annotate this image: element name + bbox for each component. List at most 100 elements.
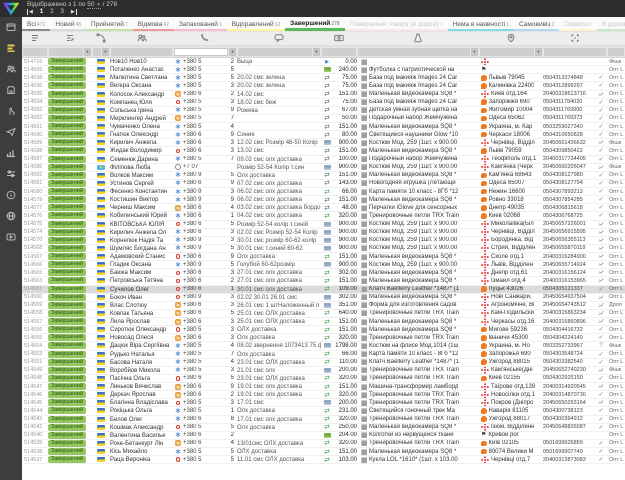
- table-row[interactable]: 514544ЗавершенийРокіцька Ольга∗+380 51Ол…: [22, 407, 625, 415]
- tracking-number[interactable]: 0504311784020: [543, 99, 595, 106]
- table-row[interactable]: 514590ЗавершенийГнатюк Олексндр∗+380 69С…: [22, 131, 625, 139]
- page-button-3[interactable]: 3: [61, 9, 64, 15]
- sidebar-item-settings[interactable]: [0, 164, 22, 185]
- tracking-number[interactable]: 20400314920545: [543, 383, 595, 390]
- table-row[interactable]: 514580ЗавершенийФесенко Константин∗+380 …: [22, 188, 625, 196]
- tracking-number[interactable]: 0503259027340: [543, 123, 595, 130]
- filter-input-product[interactable]: [358, 48, 470, 56]
- sidebar-item-broadcast[interactable]: [0, 122, 22, 143]
- tracking-number[interactable]: [543, 66, 595, 73]
- tracking-number[interactable]: 20400317734405: [543, 156, 595, 163]
- tracking-number[interactable]: 20450655714924: [543, 261, 595, 268]
- status-badge[interactable]: Завершений: [48, 237, 86, 244]
- table-row[interactable]: 514570ЗавершенийКорнелюк Надія Та∗+380 9…: [22, 237, 625, 245]
- table-row[interactable]: 514546ЗавершенийДеркач Ярославig+380 621…: [22, 391, 625, 399]
- column-header-status[interactable]: [48, 32, 92, 45]
- table-row[interactable]: 514557ЗавершенийЛила Ярославig+380 6325.…: [22, 318, 625, 326]
- tracking-number[interactable]: 0504303548724: [543, 351, 595, 358]
- tracking-number[interactable]: 0504307854285: [543, 196, 595, 203]
- tracking-number[interactable]: 0504300394912: [543, 416, 595, 423]
- status-badge[interactable]: Завершений: [48, 245, 86, 252]
- tab-9[interactable]: Нема в наявності1: [448, 21, 514, 31]
- tracking-number[interactable]: 0504304224140: [543, 334, 595, 341]
- page-button-2[interactable]: 2: [50, 9, 53, 15]
- table-row[interactable]: 514551ЗавершенийБасова Наталя∗+380 5423.…: [22, 359, 625, 367]
- status-badge[interactable]: Завершений: [48, 172, 86, 179]
- status-badge[interactable]: Завершений: [48, 359, 86, 366]
- status-badge[interactable]: Завершений: [48, 391, 86, 398]
- table-row[interactable]: 514582ЗавершенийВолков Максим∗+380 95Олх…: [22, 172, 625, 180]
- status-badge[interactable]: Завершений: [48, 204, 86, 211]
- tracking-number[interactable]: 20400316284900: [543, 253, 595, 260]
- status-badge[interactable]: Завершений: [48, 74, 86, 81]
- table-row[interactable]: 514591ЗавершенийЧумаченко Олена∗+380 54⇄…: [22, 123, 625, 131]
- filter-input-tracking[interactable]: [544, 48, 606, 56]
- tracking-number[interactable]: 20400315863234: [543, 310, 595, 317]
- tracking-number[interactable]: 0503252733967: [543, 342, 595, 349]
- status-badge[interactable]: Завершений: [48, 212, 86, 219]
- status-badge[interactable]: Завершений: [48, 383, 86, 390]
- table-row[interactable]: 514599ЗавершенийПотапенко Анастас∗+380 5…: [22, 66, 625, 74]
- status-badge[interactable]: Завершений: [48, 269, 86, 276]
- table-row[interactable]: 514554ЗавершенийДацюк Віра Сергіївна∗+38…: [22, 342, 625, 350]
- tracking-number[interactable]: 20450660205047: [543, 164, 595, 171]
- column-header-customer[interactable]: [110, 32, 173, 45]
- status-badge[interactable]: Завершений: [48, 147, 86, 154]
- status-badge[interactable]: Завершений: [48, 99, 86, 106]
- status-badge[interactable]: Завершений: [48, 277, 86, 284]
- table-row[interactable]: 514576ЗавершенийКобилинський Юрий∗+380 6…: [22, 212, 625, 220]
- status-badge[interactable]: Завершений: [48, 221, 86, 228]
- status-badge[interactable]: Завершений: [48, 351, 86, 358]
- table-row[interactable]: 514560ЗавершенийБокоч Иван+380 9302.02 3…: [22, 294, 625, 302]
- table-row[interactable]: 514716ЗавершенийНов10 Нов10∗+380 52Выца▶…: [22, 58, 625, 66]
- status-badge[interactable]: Завершений: [48, 294, 86, 301]
- tracking-number[interactable]: 20450661436632: [543, 139, 595, 146]
- column-header-comment[interactable]: [237, 32, 321, 45]
- sidebar-item-shop[interactable]: [0, 80, 22, 101]
- table-row[interactable]: 514581ЗавершенийУстинов Сергей∗+380 6907…: [22, 180, 625, 188]
- status-badge[interactable]: Завершений: [48, 131, 86, 138]
- tracking-number[interactable]: 0504309850422: [543, 147, 595, 154]
- status-badge[interactable]: Завершений: [48, 261, 86, 268]
- status-badge[interactable]: Завершений: [48, 82, 86, 89]
- status-badge[interactable]: Завершений: [48, 107, 86, 114]
- tab-3[interactable]: Прийнятий7: [86, 21, 133, 31]
- tracking-number[interactable]: 20450648826087: [543, 424, 595, 431]
- tracking-number[interactable]: 20400316153965: [543, 277, 595, 284]
- table-row[interactable]: 514549ЗавершенийВоробйов Микола∗+380 532…: [22, 367, 625, 375]
- status-badge[interactable]: Завершений: [48, 115, 86, 122]
- column-header-phone[interactable]: [173, 32, 237, 45]
- tracking-number[interactable]: 0504306815618: [543, 204, 595, 211]
- table-row[interactable]: 514566ЗавершенийГладик Оксана∗+380 95Гол…: [22, 261, 625, 269]
- table-row[interactable]: 514561ЗавершенийСучилов Олег+380 6130.01…: [22, 286, 625, 294]
- filter-input-payment[interactable]: [322, 48, 356, 56]
- status-badge[interactable]: Завершений: [48, 399, 86, 406]
- status-badge[interactable]: Завершений: [48, 407, 86, 414]
- tracking-number[interactable]: 20400316156124: [543, 269, 595, 276]
- table-row[interactable]: 514539ЗавершенийРоке-Бетанкурт Лінig+380…: [22, 440, 625, 448]
- status-badge[interactable]: Завершений: [48, 456, 86, 463]
- page-size-dropdown[interactable]: 50 ▼: [87, 1, 101, 9]
- table-row[interactable]: 514592ЗавершенийМерклингер Андрейig+380 …: [22, 115, 625, 123]
- status-badge[interactable]: Завершений: [48, 139, 86, 146]
- tracking-number[interactable]: 0501699926859: [543, 440, 595, 447]
- tracking-number[interactable]: [543, 432, 595, 439]
- status-badge[interactable]: Завершений: [48, 91, 86, 98]
- status-badge[interactable]: Завершений: [48, 58, 86, 65]
- tracking-number[interactable]: 0504311769900: [543, 107, 595, 114]
- status-badge[interactable]: Завершений: [48, 326, 86, 333]
- sidebar-item-click[interactable]: [0, 101, 22, 122]
- status-badge[interactable]: Завершений: [48, 367, 86, 374]
- table-row[interactable]: 514565ЗавершенийБаюка Максим+380 6327.01…: [22, 269, 625, 277]
- tracking-number[interactable]: 20450650293164: [543, 399, 595, 406]
- tab-10[interactable]: Самовивіз2: [514, 21, 559, 31]
- table-row[interactable]: 514587ЗавершенийСеменюк Дарина∗+380 5709…: [22, 156, 625, 164]
- status-badge[interactable]: Завершений: [48, 302, 86, 309]
- table-row[interactable]: 514545ЗавершенийБлагінна Владіслава+380 …: [22, 399, 625, 407]
- status-badge[interactable]: Завершений: [48, 286, 86, 293]
- filter-input-id[interactable]: [23, 48, 47, 56]
- status-badge[interactable]: Завершений: [48, 196, 86, 203]
- filter-input-comment[interactable]: [238, 48, 312, 56]
- table-row[interactable]: 514563ЗавершенийПетровська Тетяна+380 62…: [22, 277, 625, 285]
- status-badge[interactable]: Завершений: [48, 448, 86, 455]
